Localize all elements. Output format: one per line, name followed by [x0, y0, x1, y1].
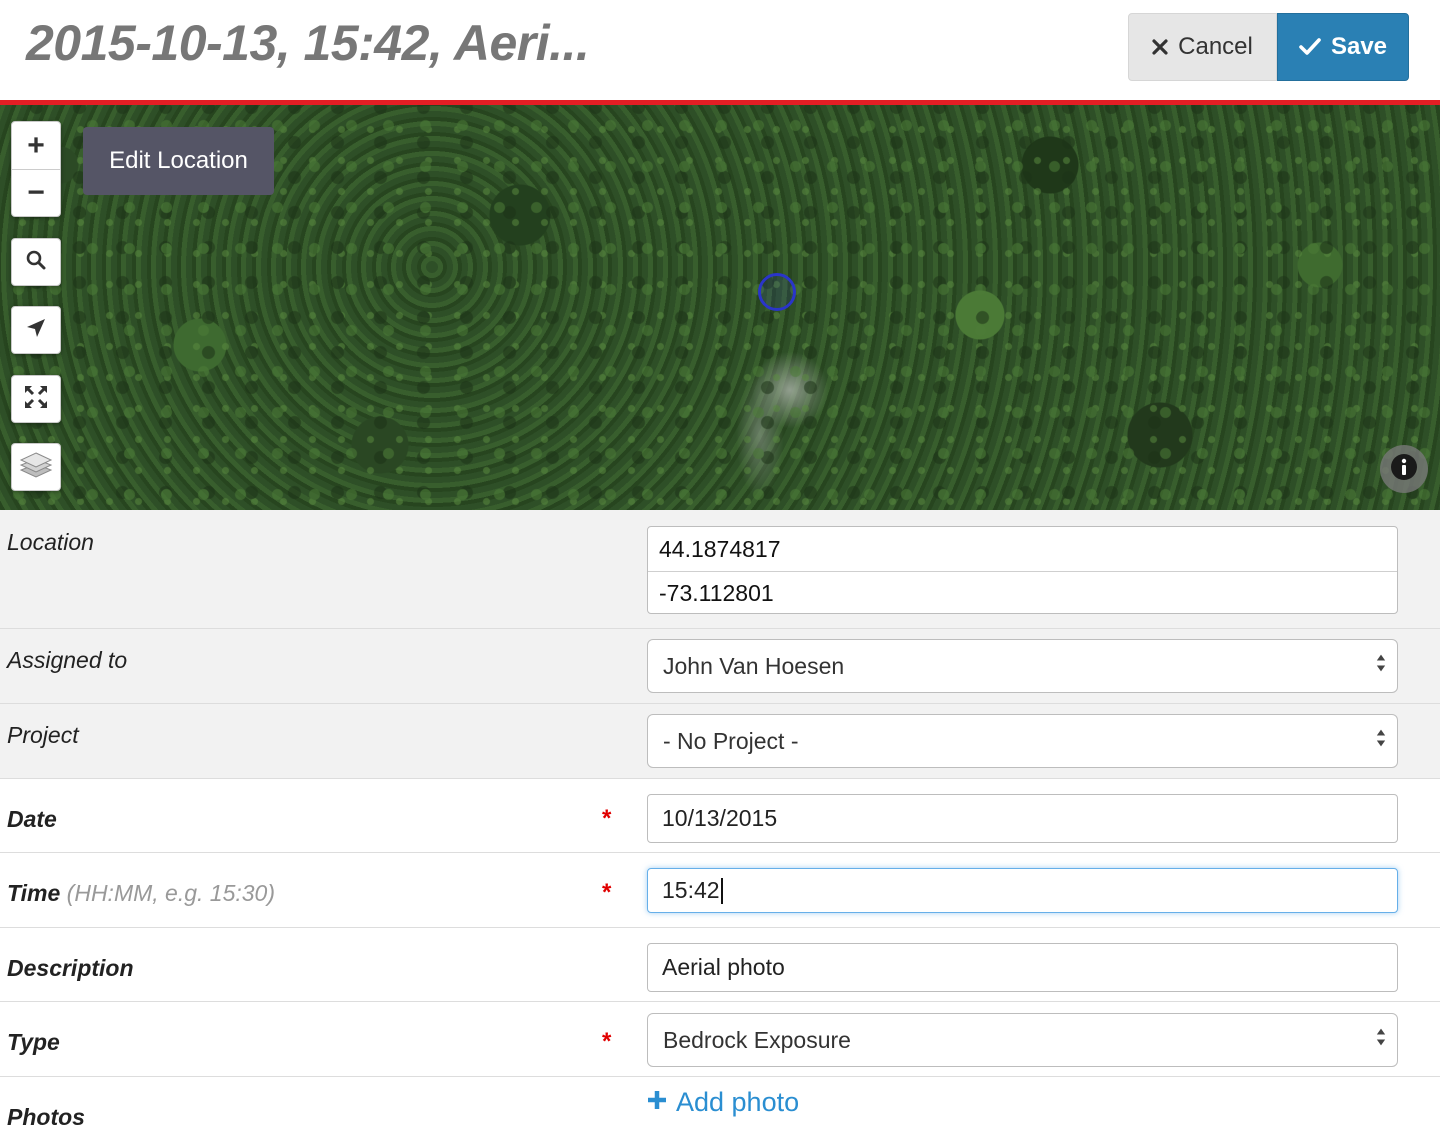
description-label: Description — [7, 955, 134, 981]
required-marker: * — [602, 805, 612, 832]
zoom-out-button[interactable]: − — [12, 169, 60, 216]
zoom-in-button[interactable]: + — [12, 122, 60, 169]
map-search-button[interactable] — [11, 238, 61, 286]
required-marker: * — [602, 1028, 612, 1055]
info-icon — [1390, 453, 1418, 486]
time-format-hint: (HH:MM, e.g. 15:30) — [66, 880, 276, 906]
assigned-to-select[interactable]: John Van Hoesen — [647, 639, 1398, 693]
project-select[interactable]: - No Project - — [647, 714, 1398, 768]
time-row: Time (HH:MM, e.g. 15:30) * 15:42 — [0, 853, 1440, 928]
required-marker: * — [602, 879, 612, 906]
location-row: Location 44.1874817 -73.112801 — [0, 510, 1440, 629]
page-title: 2015-10-13, 15:42, Aeri... — [26, 15, 590, 71]
type-value: Bedrock Exposure — [663, 1026, 851, 1053]
map-info-button[interactable] — [1380, 445, 1428, 493]
photos-row: Photos Add photo — [0, 1077, 1440, 1147]
time-input-value: 15:42 — [662, 877, 720, 903]
add-photo-link[interactable]: Add photo — [646, 1087, 799, 1118]
date-label: Date — [7, 806, 57, 832]
plus-icon — [646, 1087, 668, 1118]
type-select[interactable]: Bedrock Exposure — [647, 1013, 1398, 1067]
edit-location-button[interactable]: Edit Location — [83, 127, 274, 195]
checkmark-icon — [1299, 38, 1321, 56]
description-input[interactable]: Aerial photo — [647, 943, 1398, 992]
cancel-button[interactable]: Cancel — [1128, 13, 1277, 81]
project-row: Project - No Project - — [0, 704, 1440, 779]
select-arrows-icon — [1375, 728, 1387, 748]
text-cursor — [720, 877, 723, 904]
date-row: Date * 10/13/2015 — [0, 779, 1440, 853]
layers-icon — [19, 450, 53, 485]
latitude-input[interactable]: 44.1874817 — [648, 527, 1397, 571]
assigned-to-label: Assigned to — [7, 647, 128, 673]
select-arrows-icon — [1375, 653, 1387, 673]
header: 2015-10-13, 15:42, Aeri... Cancel Save — [0, 0, 1440, 100]
save-button-label: Save — [1330, 33, 1388, 60]
time-label-group: Time (HH:MM, e.g. 15:30) — [7, 880, 275, 907]
locate-arrow-icon — [25, 317, 47, 344]
date-input[interactable]: 10/13/2015 — [647, 794, 1398, 843]
type-label: Type — [7, 1029, 60, 1055]
project-value: - No Project - — [663, 727, 799, 754]
layers-button[interactable] — [11, 443, 61, 491]
search-icon — [25, 249, 47, 276]
cancel-button-label: Cancel — [1178, 33, 1253, 60]
assigned-to-value: John Van Hoesen — [663, 652, 845, 679]
longitude-input[interactable]: -73.112801 — [648, 571, 1397, 615]
fullscreen-button[interactable] — [11, 375, 61, 423]
fullscreen-icon — [23, 384, 49, 415]
location-marker[interactable] — [758, 273, 796, 311]
satellite-map[interactable]: + − Edit Location — [0, 105, 1440, 510]
close-icon — [1152, 39, 1168, 55]
locate-me-button[interactable] — [11, 306, 61, 354]
photos-label: Photos — [7, 1104, 85, 1130]
time-input[interactable]: 15:42 — [647, 868, 1398, 913]
observation-form: Location 44.1874817 -73.112801 Assigned … — [0, 510, 1440, 1147]
type-row: Type * Bedrock Exposure — [0, 1002, 1440, 1077]
coordinates-input-group: 44.1874817 -73.112801 — [647, 526, 1398, 614]
add-photo-label: Add photo — [676, 1087, 800, 1117]
assigned-to-row: Assigned to John Van Hoesen — [0, 629, 1440, 704]
location-label: Location — [7, 529, 94, 555]
time-label: Time — [7, 880, 61, 906]
select-arrows-icon — [1375, 1027, 1387, 1047]
project-label: Project — [7, 722, 79, 748]
description-row: Description Aerial photo — [0, 928, 1440, 1002]
save-button[interactable]: Save — [1277, 13, 1409, 81]
zoom-control: + − — [11, 121, 61, 217]
